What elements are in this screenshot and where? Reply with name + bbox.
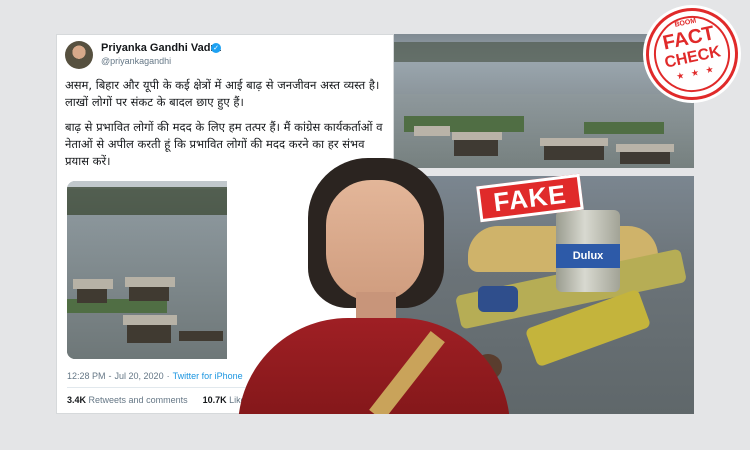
tweet-media-image[interactable] [67,181,227,359]
composite-image: Dulux Priyanka Gandhi Vadra ✓ @priyankag… [0,0,750,450]
tweet-paragraph-1: असम, बिहार और यूपी के कई क्षेत्रों में आ… [65,78,380,109]
tweet-source-link[interactable]: Twitter for iPhone [173,371,243,381]
retweets-label[interactable]: Retweets and comments [89,395,188,405]
tweet-date: Jul 20, 2020 [114,371,164,381]
avatar[interactable] [65,41,93,69]
verified-badge-icon: ✓ [211,43,221,53]
paint-tin-brand: Dulux [572,250,604,262]
tweet-time: 12:28 PM [67,371,106,381]
user-name[interactable]: Priyanka Gandhi Vadra [101,42,221,54]
likes-count[interactable]: 10.7K [203,395,227,405]
user-handle[interactable]: @priyankagandhi [101,56,171,66]
tweet-header: Priyanka Gandhi Vadra ✓ @priyankagandhi [65,41,385,71]
tweet-stats: 3.4K Retweets and comments 10.7K Likes [67,395,250,405]
paint-tin: Dulux [556,210,620,292]
retweets-count[interactable]: 3.4K [67,395,86,405]
tweet-timestamp[interactable]: 12:28 PM - Jul 20, 2020 · Twitter for iPhone [67,371,243,381]
fake-stamp-label: FAKE [491,178,569,217]
person-photo [238,158,510,414]
